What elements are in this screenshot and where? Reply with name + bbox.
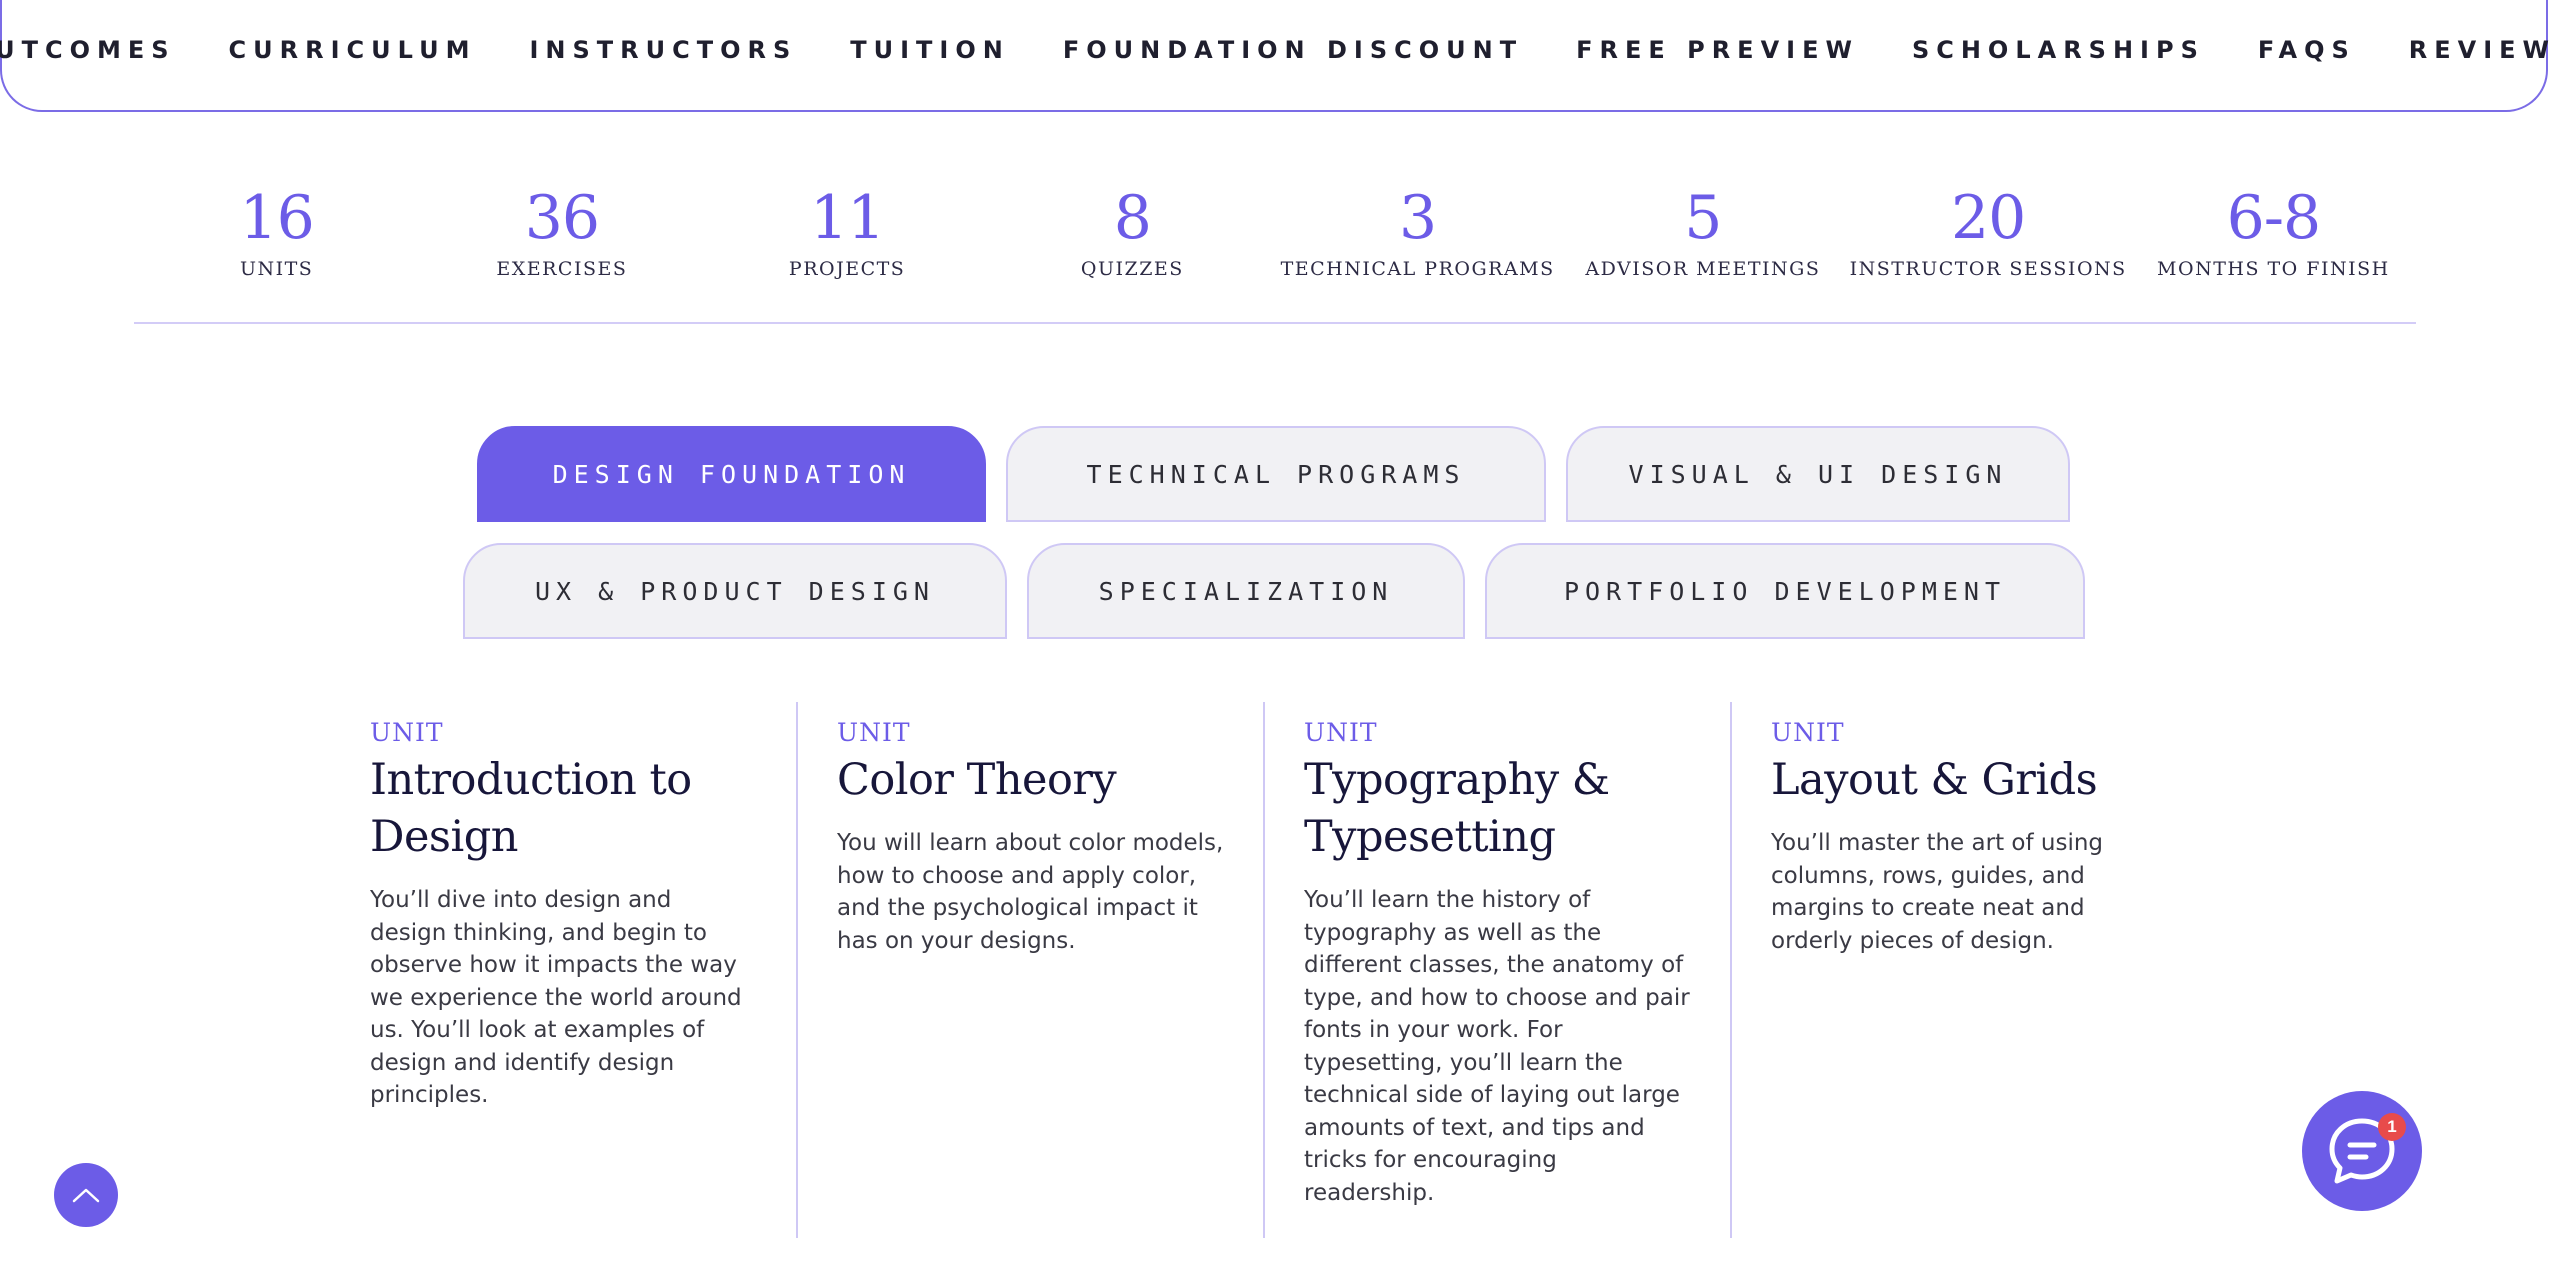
tab-design-foundation[interactable]: DESIGN FOUNDATION — [477, 426, 986, 522]
stat-projects: 11 PROJECTS — [705, 180, 990, 322]
stat-label: MONTHS TO FINISH — [2157, 258, 2390, 280]
stat-value: 20 — [1950, 183, 2026, 253]
nav-link-instructors[interactable]: INSTRUCTORS — [529, 36, 797, 64]
stat-label: PROJECTS — [788, 258, 906, 280]
tab-visual-ui-design[interactable]: VISUAL & UI DESIGN — [1566, 426, 2070, 522]
unit-card-layout-grids: UNIT Layout & Grids You’ll master the ar… — [1771, 702, 2171, 1238]
chat-button[interactable]: 1 — [2302, 1091, 2422, 1211]
stat-value: 36 — [524, 183, 600, 253]
scroll-to-top-button[interactable] — [54, 1163, 118, 1227]
stat-value: 3 — [1399, 183, 1437, 253]
tab-ux-product-design[interactable]: UX & PRODUCT DESIGN — [463, 543, 1007, 639]
stat-label: EXERCISES — [496, 258, 628, 280]
stat-value: 5 — [1684, 183, 1722, 253]
nav-link-tuition[interactable]: TUITION — [850, 36, 1010, 64]
unit-card-introduction-to-design: UNIT Introduction to Design You’ll dive … — [370, 702, 750, 1238]
unit-kicker: UNIT — [1771, 718, 1845, 747]
unit-title: Color Theory — [837, 755, 1117, 805]
unit-title: Introduction to Design — [370, 755, 692, 862]
stat-technical-programs: 3 TECHNICAL PROGRAMS — [1275, 180, 1560, 322]
stat-advisor-meetings: 5 ADVISOR MEETINGS — [1560, 180, 1845, 322]
notification-badge: 1 — [2378, 1113, 2406, 1141]
top-navigation-bar: OUTCOMES CURRICULUM INSTRUCTORS TUITION … — [0, 0, 2550, 112]
stat-units: 16 UNITS — [134, 180, 419, 322]
nav-link-foundation-discount[interactable]: FOUNDATION DISCOUNT — [1063, 36, 1523, 64]
unit-title: Layout & Grids — [1771, 755, 2098, 805]
program-stats: 16 UNITS 36 EXERCISES 11 PROJECTS 8 QUIZ… — [134, 180, 2416, 324]
unit-description: You will learn about color models, how t… — [837, 830, 1224, 954]
unit-card-color-theory: UNIT Color Theory You will learn about c… — [837, 702, 1229, 1238]
stat-label: UNITS — [239, 258, 314, 280]
unit-description: You’ll master the art of using columns, … — [1771, 830, 2104, 954]
unit-kicker: UNIT — [370, 718, 444, 747]
stat-value: 16 — [239, 183, 314, 253]
chevron-up-icon — [72, 1188, 100, 1203]
unit-divider — [796, 702, 798, 1238]
unit-divider — [1263, 702, 1265, 1238]
stat-value: 6-8 — [2226, 183, 2322, 253]
unit-kicker: UNIT — [1304, 718, 1378, 747]
nav-link-reviews[interactable]: REVIEWS — [2409, 36, 2550, 64]
tab-technical-programs[interactable]: TECHNICAL PROGRAMS — [1006, 426, 1546, 522]
stat-label: TECHNICAL PROGRAMS — [1280, 258, 1555, 280]
nav-link-faqs[interactable]: FAQS — [2258, 36, 2356, 64]
nav-link-scholarships[interactable]: SCHOLARSHIPS — [1912, 36, 2205, 64]
stat-exercises: 36 EXERCISES — [419, 180, 704, 322]
tab-specialization[interactable]: SPECIALIZATION — [1027, 543, 1465, 639]
nav-link-outcomes[interactable]: OUTCOMES — [0, 36, 176, 64]
stat-label: QUIZZES — [1080, 258, 1184, 280]
stat-label: INSTRUCTOR SESSIONS — [1849, 258, 2127, 280]
stat-quizzes: 8 QUIZZES — [990, 180, 1275, 322]
unit-title: Typography & Typesetting — [1304, 755, 1610, 862]
unit-kicker: UNIT — [837, 718, 911, 747]
stat-instructor-sessions: 20 INSTRUCTOR SESSIONS — [1846, 180, 2131, 322]
unit-description: You’ll learn the history of typography a… — [1304, 887, 1690, 1206]
stat-label: ADVISOR MEETINGS — [1585, 258, 1821, 280]
unit-description: You’ll dive into design and design think… — [370, 887, 742, 1108]
stat-value: 8 — [1113, 183, 1152, 253]
stat-value: 11 — [809, 183, 885, 253]
nav-link-curriculum[interactable]: CURRICULUM — [229, 36, 477, 64]
unit-divider — [1730, 702, 1732, 1238]
unit-card-typography-typesetting: UNIT Typography & Typesetting You’ll lea… — [1304, 702, 1690, 1238]
nav-links: OUTCOMES CURRICULUM INSTRUCTORS TUITION … — [0, 36, 2550, 64]
stat-months-to-finish: 6-8 MONTHS TO FINISH — [2131, 180, 2416, 322]
tab-portfolio-development[interactable]: PORTFOLIO DEVELOPMENT — [1485, 543, 2085, 639]
nav-link-free-preview[interactable]: FREE PREVIEW — [1576, 36, 1859, 64]
